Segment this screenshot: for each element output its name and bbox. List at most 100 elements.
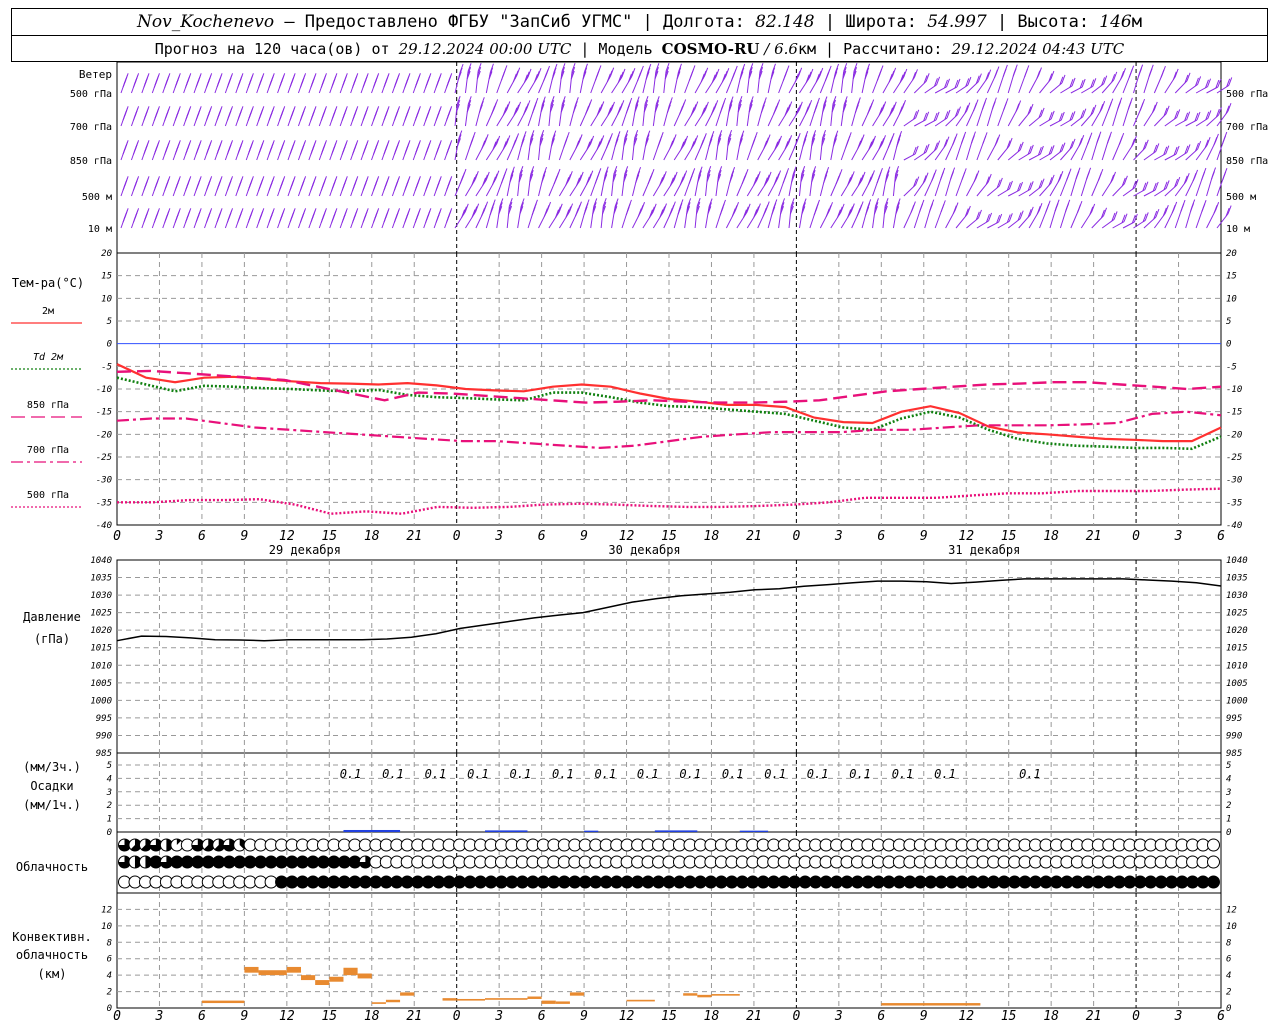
temp-ytick: 0 [107, 340, 112, 350]
temp-xtick: 0 [113, 529, 121, 544]
wind-barb-flag [961, 171, 966, 181]
wind-barb-flag [393, 112, 398, 121]
conv-xtick: 12 [279, 1009, 295, 1024]
wind-barb-flag [216, 182, 221, 191]
wind-barb-flag [637, 72, 642, 82]
temp-legend-label: 700 гПа [27, 445, 69, 456]
wind-barb-flag [446, 214, 450, 223]
temp-xtick: 18 [704, 529, 720, 544]
wind-barb-flag [1065, 203, 1070, 212]
precip-3h-label: 0.1 [382, 767, 404, 781]
wind-barb-flag [268, 214, 273, 223]
wind-barb-flag [952, 136, 957, 146]
wind-barb-flag [688, 72, 693, 81]
pressure-unit: (гПа) [34, 632, 70, 646]
wind-barb-flag [404, 214, 409, 223]
conv-xtick: 18 [704, 1009, 720, 1024]
wind-barb-flag [960, 135, 965, 144]
wind-barb-flag [174, 214, 179, 223]
wind-barb-flag [730, 72, 735, 81]
temp-ytick: -10 [96, 385, 112, 395]
wind-barb-flag [362, 146, 367, 155]
convective-box [527, 996, 542, 999]
day-label: 31 декабря [948, 543, 1020, 557]
wind-barb-flag [1097, 172, 1102, 181]
wind-barb-flag [185, 79, 190, 88]
convective-box [329, 976, 344, 982]
wind-barb-flag [164, 182, 169, 191]
conv-ytick-right: 6 [1226, 955, 1231, 965]
wind-barb-flag [946, 109, 951, 119]
cloud-symbol [1207, 838, 1220, 852]
temp-xtick: 18 [1043, 529, 1059, 544]
wind-barb-flag [773, 106, 778, 115]
wind-barb-flag [929, 203, 934, 212]
wind-level-label: 500 гПа [70, 89, 112, 100]
wind-barb-flag [372, 214, 377, 223]
wind-barb-flag [967, 76, 972, 86]
convective-box [400, 992, 415, 996]
temp-ytick-right: 20 [1226, 249, 1237, 259]
temp-ytick-right: 15 [1226, 272, 1237, 282]
wind-barb-flag [237, 146, 242, 155]
wind-barb-flag [1211, 171, 1215, 180]
conv-xtick: 9 [580, 1009, 588, 1024]
convective-box [881, 1003, 981, 1006]
wind-barb-flag [1003, 101, 1008, 111]
wind-barb-flag [543, 72, 548, 82]
wind-barb-flag [132, 146, 137, 155]
wind-barb-flag [1192, 172, 1197, 182]
wind-barb-flag [625, 105, 630, 114]
convective-box [244, 966, 259, 973]
wind-barb-flag [216, 79, 221, 88]
cloud-symbol [1207, 875, 1220, 889]
wind-level-label: 850 гПа [70, 156, 112, 167]
precip-unit-1h: (мм/1ч.) [23, 798, 81, 812]
wind-barb-flag [414, 182, 419, 191]
wind-barb-flag [563, 139, 568, 148]
wind-barb-flag [331, 182, 336, 191]
pressure-ytick: 995 [96, 714, 112, 724]
wind-barb-flag [237, 214, 242, 223]
conv-xtick: 3 [834, 1009, 843, 1024]
convective-box [286, 966, 301, 973]
wind-barb-flag [185, 112, 190, 121]
temp-xtick: 9 [920, 529, 928, 544]
wind-barb-flag [973, 173, 978, 182]
wind-barb-flag [195, 146, 200, 155]
wind-barb-flag [480, 208, 485, 217]
temp-ytick: -35 [96, 498, 112, 508]
wind-barb-flag [1213, 205, 1218, 214]
pressure-ytick-right: 1005 [1226, 679, 1248, 689]
wind-barb-flag [1012, 68, 1017, 77]
precip-bar [343, 829, 401, 832]
wind-barb-flag [845, 139, 850, 148]
wind-barb-flag [625, 206, 630, 216]
wind-barb-flag [491, 105, 496, 115]
wind-barb-flag [856, 207, 861, 217]
pressure-ytick: 1015 [90, 644, 112, 654]
conv-ylabel-2: облачность [16, 948, 88, 962]
precip-ytick: 1 [107, 815, 112, 825]
wind-barb-flag [289, 182, 294, 191]
wind-barb-flag [195, 112, 200, 121]
temp-xtick: 9 [240, 529, 248, 544]
wind-barb-flag [1077, 204, 1081, 213]
temp-ytick: 10 [101, 294, 112, 304]
temp-xtick: 3 [1174, 529, 1183, 544]
meteogram-svg: 500 гПа 500 гПа 700 гПа 700 гПа 850 гПа 850 г… [11, 61, 1268, 1024]
wind-barb-flag [153, 112, 158, 121]
wind-barb-flag [268, 182, 273, 191]
conv-xtick: 6 [538, 1009, 546, 1024]
wind-barb-flag [824, 72, 829, 81]
wind-barb-flag [195, 79, 200, 88]
wind-barb-flag [132, 79, 137, 88]
convective-box [442, 998, 457, 1001]
wind-barb-flag [362, 182, 367, 191]
cloud-ylabel: Облачность [16, 860, 88, 874]
convective-box [626, 999, 655, 1002]
wind-barb-flag [247, 79, 252, 88]
wind-barb-flag [719, 206, 724, 216]
pressure-ytick: 1005 [90, 679, 112, 689]
convective-box [258, 970, 287, 976]
